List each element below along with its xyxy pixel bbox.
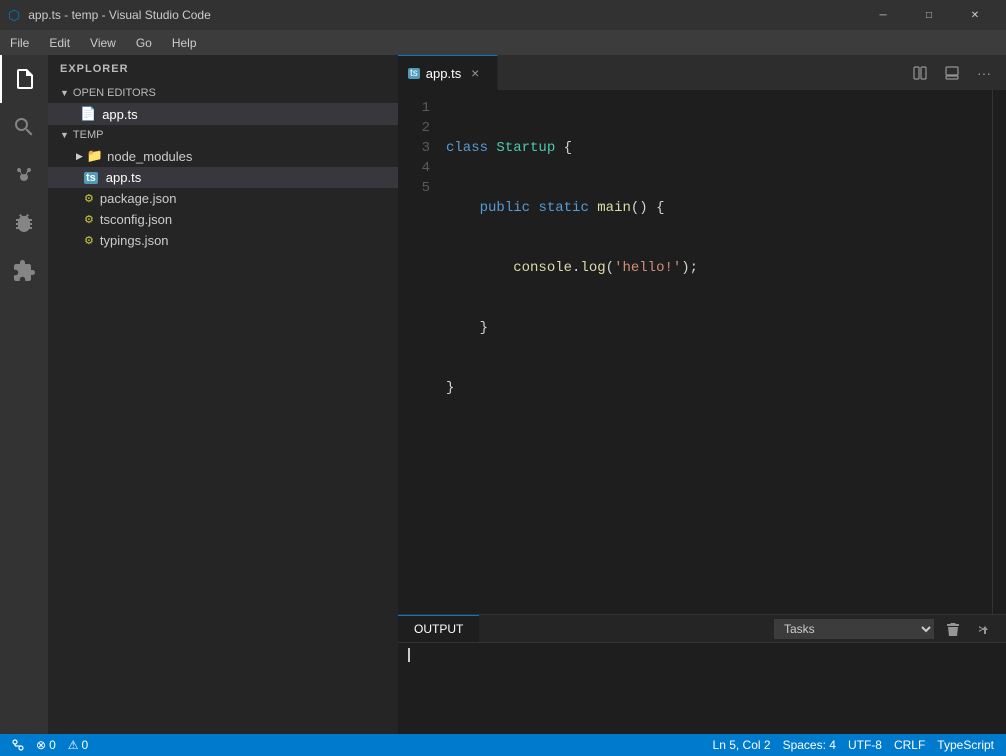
code-line-5: } [446, 378, 992, 398]
language-mode[interactable]: TypeScript [933, 738, 998, 752]
titlebar: ⬡ app.ts - temp - Visual Studio Code ─ □… [0, 0, 1006, 30]
json-file-icon: ⚙ [84, 192, 94, 205]
temp-section[interactable]: ▼ TEMP [48, 125, 398, 145]
close-panel-button[interactable] [970, 618, 998, 640]
warnings-status[interactable]: ⚠ 0 [64, 738, 92, 752]
error-count: 0 [49, 738, 56, 752]
tab-file-icon: ts [408, 68, 420, 79]
tab-actions: ··· [906, 55, 1006, 90]
maximize-button[interactable]: □ [906, 0, 952, 30]
split-editor-button[interactable] [906, 59, 934, 87]
tab-label: app.ts [426, 66, 461, 81]
line-ending-label: CRLF [894, 738, 925, 752]
menu-file[interactable]: File [0, 30, 39, 55]
file-tsconfig-json[interactable]: ⚙ tsconfig.json [48, 209, 398, 230]
tasks-select[interactable]: Tasks [774, 619, 934, 639]
line-ending[interactable]: CRLF [890, 738, 929, 752]
output-tab[interactable]: OUTPUT [398, 615, 479, 642]
menu-help[interactable]: Help [162, 30, 207, 55]
encoding[interactable]: UTF-8 [844, 738, 886, 752]
cursor-position[interactable]: Ln 5, Col 2 [709, 738, 775, 752]
file-icon: 📄 [80, 106, 96, 122]
line-numbers: 1 2 3 4 5 [398, 90, 438, 614]
debug-icon[interactable] [0, 199, 48, 247]
tsconfig-file-icon: ⚙ [84, 213, 94, 226]
open-editors-chevron: ▼ [60, 88, 69, 98]
app-icon: ⬡ [8, 7, 20, 24]
errors-status[interactable]: ⊗ 0 [32, 738, 60, 752]
output-tab-label: OUTPUT [414, 622, 463, 636]
toggle-panel-button[interactable] [938, 59, 966, 87]
code-content[interactable]: class Startup { public static main() { c… [438, 90, 992, 614]
code-editor[interactable]: 1 2 3 4 5 class Startup { public static … [398, 90, 1006, 614]
folder-name: node_modules [107, 149, 192, 164]
open-editor-filename: app.ts [102, 107, 137, 122]
code-line-2: public static main() { [446, 198, 992, 218]
output-tabs: OUTPUT Tasks [398, 615, 1006, 643]
error-icon: ⊗ [36, 738, 46, 752]
file-app-ts[interactable]: ts app.ts [48, 167, 398, 188]
tab-close-button[interactable]: × [467, 65, 483, 81]
extensions-icon[interactable] [0, 247, 48, 295]
output-panel-actions: Tasks [774, 618, 1006, 640]
open-editor-app-ts[interactable]: 📄 app.ts [48, 103, 398, 125]
menu-edit[interactable]: Edit [39, 30, 80, 55]
file-name-app-ts: app.ts [106, 170, 141, 185]
status-right: Ln 5, Col 2 Spaces: 4 UTF-8 CRLF TypeScr… [709, 738, 998, 752]
language-label: TypeScript [937, 738, 994, 752]
main-layout: EXPLORER ▼ OPEN EDITORS 📄 app.ts ▼ TEMP … [0, 55, 1006, 734]
window-controls: ─ □ ✕ [860, 0, 998, 30]
temp-label: TEMP [73, 129, 104, 141]
tab-app-ts[interactable]: ts app.ts × [398, 55, 498, 90]
menu-go[interactable]: Go [126, 30, 162, 55]
search-icon[interactable] [0, 103, 48, 151]
spaces-label: Spaces: 4 [783, 738, 836, 752]
ln-col: Ln 5, Col 2 [713, 738, 771, 752]
open-editors-section[interactable]: ▼ OPEN EDITORS [48, 83, 398, 103]
more-actions-button[interactable]: ··· [970, 59, 998, 87]
window-title: app.ts - temp - Visual Studio Code [28, 8, 852, 22]
minimize-button[interactable]: ─ [860, 0, 906, 30]
warning-count: 0 [82, 738, 89, 752]
cursor [408, 648, 410, 662]
file-typings-json[interactable]: ⚙ typings.json [48, 230, 398, 251]
explorer-header: EXPLORER [48, 55, 398, 83]
encoding-label: UTF-8 [848, 738, 882, 752]
folder-icon: 📁 [87, 148, 103, 164]
file-name-typings: typings.json [100, 233, 169, 248]
ts-file-icon: ts [84, 172, 98, 184]
close-button[interactable]: ✕ [952, 0, 998, 30]
indentation[interactable]: Spaces: 4 [779, 738, 840, 752]
output-panel: OUTPUT Tasks [398, 614, 1006, 734]
source-control-icon[interactable] [0, 151, 48, 199]
editor-tabs: ts app.ts × ··· [398, 55, 1006, 90]
file-name-package: package.json [100, 191, 177, 206]
open-editors-label: OPEN EDITORS [73, 87, 156, 99]
files-icon[interactable] [0, 55, 48, 103]
menu-view[interactable]: View [80, 30, 126, 55]
menubar: File Edit View Go Help [0, 30, 1006, 55]
git-branch-status[interactable] [8, 739, 28, 751]
code-line-1: class Startup { [446, 138, 992, 158]
node-modules-folder[interactable]: ▶ 📁 node_modules [48, 145, 398, 167]
file-name-tsconfig: tsconfig.json [100, 212, 172, 227]
folder-chevron: ▶ [76, 151, 83, 162]
editor-area: ts app.ts × ··· [398, 55, 1006, 734]
clear-output-button[interactable] [938, 618, 966, 640]
warning-icon: ⚠ [68, 738, 79, 752]
code-line-3: console.log('hello!'); [446, 258, 992, 278]
typings-file-icon: ⚙ [84, 234, 94, 247]
code-line-4: } [446, 318, 992, 338]
sidebar: EXPLORER ▼ OPEN EDITORS 📄 app.ts ▼ TEMP … [48, 55, 398, 734]
temp-chevron: ▼ [60, 130, 69, 140]
output-content [398, 643, 1006, 734]
statusbar: ⊗ 0 ⚠ 0 Ln 5, Col 2 Spaces: 4 UTF-8 CRLF… [0, 734, 1006, 756]
file-package-json[interactable]: ⚙ package.json [48, 188, 398, 209]
activity-bar [0, 55, 48, 734]
editor-scrollbar[interactable] [992, 90, 1006, 614]
